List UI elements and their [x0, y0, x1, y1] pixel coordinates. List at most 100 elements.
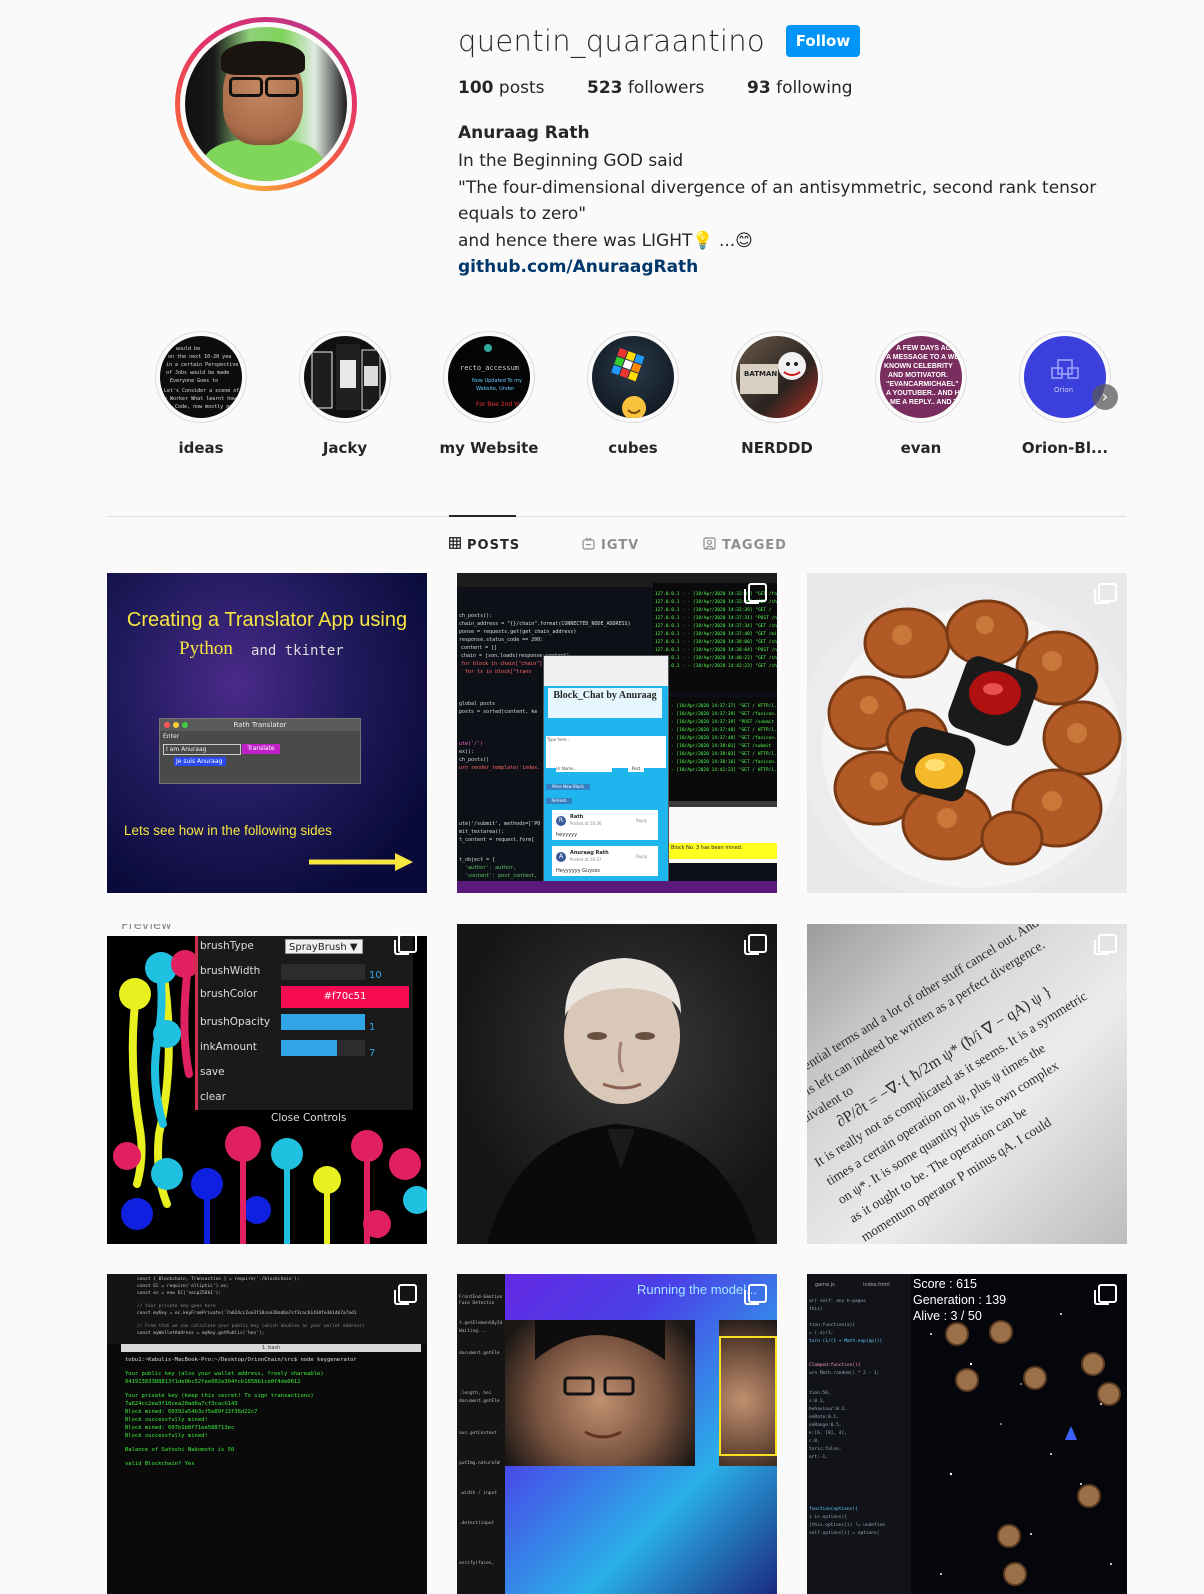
tab-igtv[interactable]: IGTV	[582, 537, 639, 554]
svg-text:- [18/Apr/2020 14:37:48] "GET: - [18/Apr/2020 14:37:48] "GET /favicon.	[671, 735, 777, 741]
svg-text:FrontEnd-Emotion: FrontEnd-Emotion	[459, 1294, 503, 1300]
post-food[interactable]	[807, 573, 1127, 893]
svg-text:const EC = require('elliptic'): const EC = require('elliptic').ec;	[137, 1283, 229, 1289]
svg-text:- [18/Apr/2020 14:38:03] "GET: - [18/Apr/2020 14:38:03] "GET / HTTP/1.	[671, 751, 777, 757]
svg-text:response.status_code == 200:: response.status_code == 200:	[459, 637, 543, 643]
svg-text:- [18/Apr/2020 14:37:39] "GET: - [18/Apr/2020 14:37:39] "GET /favicon.	[671, 711, 777, 717]
svg-text:would be: would be	[176, 346, 200, 352]
code-pane: game.js index.html ar) self: any h-pages…	[807, 1274, 911, 1594]
highlight-cover: recto_accessum Now Updated To my Website…	[448, 336, 530, 418]
svg-text:function(options){: function(options){	[809, 1506, 858, 1512]
svg-text:const { Blockchain, Transactio: const { Blockchain, Transaction } = requ…	[137, 1276, 300, 1282]
svg-text:t.getElementById: t.getElementById	[459, 1320, 503, 1326]
svg-text:t_object = {: t_object = {	[459, 857, 495, 863]
post-space-game[interactable]: game.js index.html ar) self: any h-pages…	[807, 1274, 1127, 1594]
svg-text:document.getEle: document.getEle	[459, 1350, 500, 1356]
post-translator[interactable]: Creating a Translator App using Python a…	[107, 573, 427, 893]
svg-text:tion:50,: tion:50,	[809, 1390, 831, 1396]
svg-text:127.0.0.1 - - [18/Apr/2020 14:: 127.0.0.1 - - [18/Apr/2020 14:42:23] "GE…	[655, 663, 777, 669]
multi-post-icon	[1094, 934, 1117, 955]
control-value: 1	[369, 1022, 376, 1033]
tab-label: IGTV	[601, 538, 640, 553]
following-link[interactable]: 93 following	[747, 78, 853, 98]
avatar-photo	[185, 27, 347, 181]
svg-text:Now Updated To my: Now Updated To my	[472, 378, 522, 384]
post-portrait[interactable]	[457, 924, 777, 1244]
clear-control: clear	[200, 1091, 226, 1103]
svg-text:- [18/Apr/2020 14:42:23] "GET: - [18/Apr/2020 14:42:23] "GET / HTTP/1.	[671, 767, 777, 773]
post-button: Post	[628, 766, 644, 772]
svg-text:Let's Consider a scene of: Let's Consider a scene of	[164, 388, 239, 394]
svg-text:A YOUTUBER.. AND HE HAVE: A YOUTUBER.. AND HE HAVE	[886, 390, 962, 397]
terminal-output: tobu1:~Kabulis-MacBook-Pro:~/Desktop/Ori…	[125, 1357, 357, 1467]
svg-text:tion:function(a){: tion:function(a){	[809, 1322, 855, 1328]
bio-line: "The four-dimensional divergence of an a…	[458, 177, 1097, 198]
highlight-label: NERDDD	[741, 439, 813, 457]
svg-text:of Jobs would be made: of Jobs would be made	[166, 370, 229, 376]
highlight-cover: BATMAN	[736, 336, 818, 418]
svg-text:AND MOTIVATOR.: AND MOTIVATOR.	[888, 372, 948, 379]
posts-count: 100 posts	[458, 78, 545, 98]
profile-website-link[interactable]: github.com/AnuraagRath	[458, 254, 1118, 281]
profile-avatar[interactable]	[175, 17, 357, 191]
post-title: Creating a Translator App using	[126, 609, 408, 631]
control-label: brushType	[200, 940, 254, 952]
tab-tagged[interactable]: TAGGED	[703, 537, 787, 554]
highlight-cover: A FEW DAYS AGO A MESSAGE TO A WELL KNOWN C…	[880, 336, 962, 418]
highlight-jacky[interactable]: Jacky	[273, 331, 417, 457]
svg-text:const myKey = ec.keyFromPrivat: const myKey = ec.keyFromPrivate('7a624cc…	[137, 1310, 357, 1316]
terminal-titlebar: 1. bash	[121, 1344, 421, 1352]
svg-text:- [18/Apr/2020 14:37:40] "GET: - [18/Apr/2020 14:37:40] "GET / HTTP/1.	[671, 727, 777, 733]
terminal-log-2: - [18/Apr/2020 14:37:37] "GET / HTTP/1. -…	[669, 697, 777, 805]
highlight-label: Jacky	[322, 439, 368, 457]
multi-post-icon	[1094, 583, 1117, 604]
multi-post-icon	[744, 583, 767, 604]
translate-button: Translate	[242, 744, 280, 754]
svg-text:ex():: ex():	[459, 749, 474, 755]
svg-text:Orion: Orion	[1054, 386, 1073, 394]
control-value: 7	[369, 1048, 376, 1059]
svg-text:Everyone Goes to: Everyone Goes to	[170, 378, 218, 384]
highlight-evan[interactable]: A FEW DAYS AGO A MESSAGE TO A WELL KNOWN C…	[849, 331, 993, 457]
svg-text:127.0.0.1 - - [18/Apr/2020 14:: 127.0.0.1 - - [18/Apr/2020 14:38:04] "PO…	[655, 647, 777, 653]
svg-text:- [18/Apr/2020 14:37:39] "POST: - [18/Apr/2020 14:37:39] "POST /submit	[671, 719, 774, 725]
post-terminal[interactable]: const { Blockchain, Transaction } = requ…	[107, 1274, 427, 1594]
profile-full-name: Anuraag Rath	[458, 123, 590, 143]
highlight-my-website[interactable]: recto_accessum Now Updated To my Website…	[417, 331, 561, 457]
svg-text:const ec = new EC('secp256k1'): const ec = new EC('secp256k1');	[137, 1290, 221, 1296]
highlight-label: my Website	[439, 439, 539, 457]
highlight-ideas[interactable]: would be on the next 10-20 yea in a certai…	[129, 331, 273, 457]
svg-text:putImg.naturalW: putImg.naturalW	[459, 1460, 500, 1466]
post-face-detect[interactable]: FrontEnd-Emotion Face Detectio t.getElemen…	[457, 1274, 777, 1594]
followers-link[interactable]: 523 followers	[587, 78, 704, 98]
message-textarea: Type here...	[546, 736, 666, 768]
svg-text:127.0.0.1 - - [18/Apr/2020 14:: 127.0.0.1 - - [18/Apr/2020 14:32:39] "GE…	[655, 607, 772, 613]
post-brush-app[interactable]: Preview brushType SprayBrush ▼ brushWidt…	[107, 924, 427, 1244]
svg-text:ponse = requests.get(get_chain: ponse = requests.get(get_chain_address)	[459, 629, 576, 635]
svg-text:KNOWN CELEBRITY: KNOWN CELEBRITY	[884, 363, 953, 370]
highlight-nerddd[interactable]: BATMAN NERDDD	[705, 331, 849, 457]
tab-posts[interactable]: POSTS	[449, 537, 520, 553]
name-input: Ur Name...	[556, 766, 612, 772]
svg-text:document.getEle: document.getEle	[459, 1398, 500, 1404]
post-block-chat[interactable]: ch_posts(): chain_address = "{}/chain".fo…	[457, 573, 777, 893]
textbook-text: The potential terms and a lot of other s…	[807, 924, 1090, 1244]
highlight-cubes[interactable]: cubes	[561, 331, 705, 457]
svg-text:BATMAN: BATMAN	[744, 370, 777, 378]
chevron-right-icon[interactable]: ›	[1092, 384, 1118, 410]
brush-color-swatch: #f70c51	[281, 986, 409, 1008]
svg-text:'content': post_content,: 'content': post_content,	[465, 873, 537, 879]
svg-text:ME A REPLY.. AND THAT: ME A REPLY.. AND THAT	[890, 399, 962, 406]
refresh-button: Refresh	[546, 798, 572, 804]
tab-label: POSTS	[467, 537, 521, 553]
post-textbook[interactable]: The potential terms and a lot of other s…	[807, 924, 1127, 1244]
svg-text:(this.options[i] != undefine: (this.options[i] != undefine	[809, 1522, 885, 1528]
post-footer: Lets see how in the following sides	[124, 823, 332, 838]
svg-text:- [18/Apr/2020 14:37:37] "GET: - [18/Apr/2020 14:37:37] "GET / HTTP/1.	[671, 703, 777, 709]
multi-post-icon	[744, 934, 767, 955]
svg-text:urn Math.random() * 2 - 1;: urn Math.random() * 2 - 1;	[809, 1370, 879, 1376]
highlight-cover: Orion	[1024, 336, 1106, 418]
svg-text:ute('/submit', methods=['PO: ute('/submit', methods=['PO	[459, 821, 540, 827]
follow-button[interactable]: Follow	[786, 25, 860, 57]
svg-text:urn render_template('index.: urn render_template('index.	[459, 765, 540, 771]
